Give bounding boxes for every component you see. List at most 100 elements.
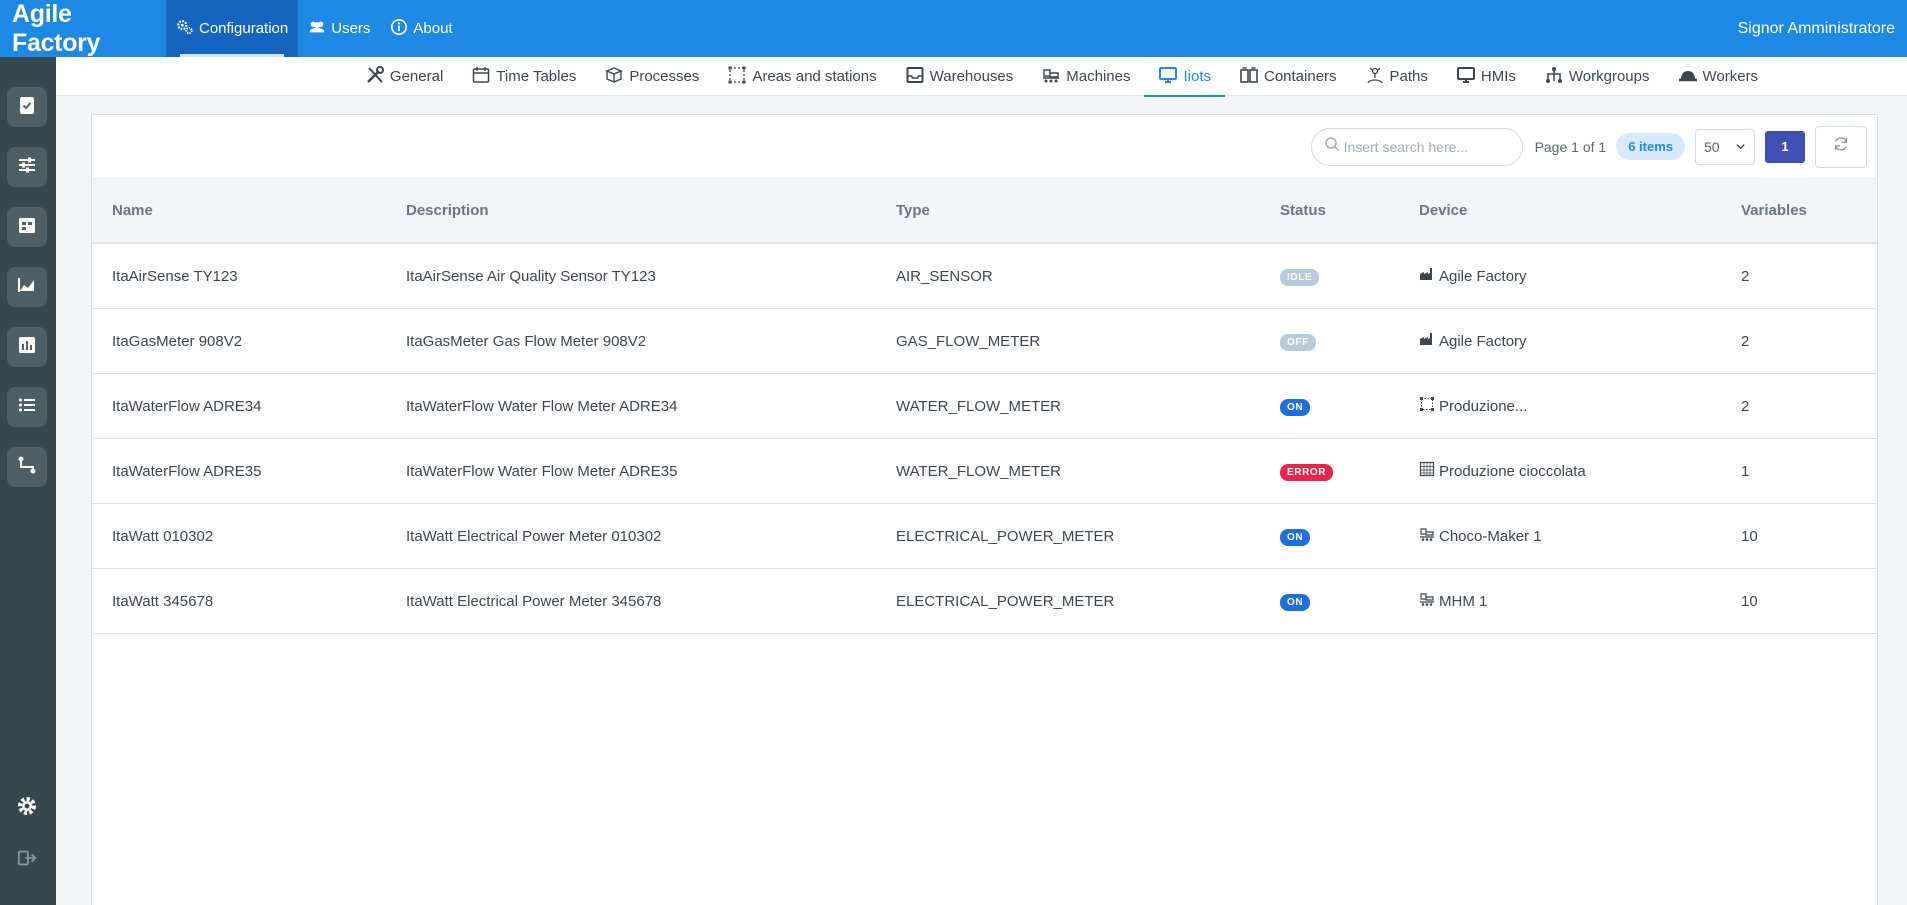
column-header-variables[interactable]: Variables [1741,202,1807,219]
cell-name: ItaWatt 010302 [112,527,214,545]
sidebar-item-settings-sliders[interactable] [7,147,47,187]
tab-machines[interactable]: Machines [1027,57,1144,96]
topnav-about[interactable]: About [380,0,462,57]
status-badge: ON [1280,593,1311,611]
cell-status: IDLE [1280,267,1320,286]
cell-variables: 2 [1741,267,1750,285]
table-toolbar: Page 1 of 1 6 items 50 1 [92,115,1877,179]
page-button-1[interactable]: 1 [1765,130,1805,163]
table-row[interactable]: ItaWatt 345678 ItaWatt Electrical Power M… [92,569,1877,634]
clipboard-check-icon [16,94,38,121]
table-row[interactable]: ItaGasMeter 908V2 ItaGasMeter Gas Flow Me… [92,309,1877,374]
status-badge: IDLE [1280,268,1320,286]
paths-icon [1365,65,1385,89]
topnav-label: About [413,20,453,37]
tab-containers[interactable]: Containers [1225,57,1351,96]
tab-iiots[interactable]: Iiots [1144,57,1225,97]
status-badge: ON [1280,398,1311,416]
cell-type: GAS_FLOW_METER [896,332,1041,350]
tools-icon [365,65,385,89]
sidebar-settings[interactable] [12,793,42,823]
processes-icon [604,65,624,89]
topnav-configuration[interactable]: Configuration [166,0,299,57]
cell-description: ItaWatt Electrical Power Meter 345678 [406,592,662,610]
tab-label: Areas and stations [752,68,877,85]
sidebar-item-area-chart[interactable] [7,267,47,307]
machine-icon [1041,65,1061,89]
items-count-badge: 6 items [1616,133,1685,160]
settings-gear-icon [15,794,39,823]
cell-status: ERROR [1280,462,1334,481]
column-header-name[interactable]: Name [112,202,153,219]
tab-label: HMIs [1480,68,1516,85]
status-badge: ERROR [1280,463,1334,481]
table-row[interactable]: ItaWaterFlow ADRE35 ItaWaterFlow Water Fl… [92,439,1877,504]
top-bar: Agile Factory Configuration Users About … [0,0,1907,57]
tab-paths[interactable]: Paths [1351,57,1442,96]
grid-icon [1419,461,1435,481]
tab-warehouses[interactable]: Warehouses [891,57,1028,96]
tab-label: Processes [629,68,700,85]
containers-icon [1239,65,1259,89]
topnav-label: Configuration [199,20,289,37]
per-page-select[interactable]: 50 [1695,128,1755,165]
cell-device: Produzione cioccolata [1419,461,1586,481]
tab-areas-and-stations[interactable]: Areas and stations [713,57,890,96]
search-box[interactable] [1310,127,1523,166]
sidebar-item-tasks[interactable] [7,87,47,127]
tab-workers[interactable]: Workers [1664,57,1773,96]
table-row[interactable]: ItaWatt 010302 ItaWatt Electrical Power M… [92,504,1877,569]
iiots-card: Page 1 of 1 6 items 50 1 Name Descriptio… [91,114,1878,905]
user-menu[interactable]: Signor Amministratore [1738,20,1907,38]
sidebar-item-route[interactable] [7,447,47,487]
area-icon [1419,396,1435,416]
sidebar-logout[interactable] [12,845,42,875]
app-title[interactable]: Agile Factory [0,0,166,58]
cell-status: ON [1280,592,1311,611]
column-header-device[interactable]: Device [1419,202,1467,219]
cell-device: Agile Factory [1419,331,1527,351]
tab-time-tables[interactable]: Time Tables [457,57,590,96]
refresh-button[interactable] [1815,125,1867,168]
cell-status: OFF [1280,332,1316,351]
page-info: Page 1 of 1 [1534,138,1607,155]
cell-type: ELECTRICAL_POWER_METER [896,592,1115,610]
topnav-users[interactable]: Users [298,0,380,57]
status-badge: ON [1280,528,1311,546]
bar-chart-icon [16,334,38,361]
per-page-value: 50 [1704,138,1720,155]
device-label: Agile Factory [1439,332,1527,350]
tab-general[interactable]: General [351,57,457,96]
table-row[interactable]: ItaWaterFlow ADRE34 ItaWaterFlow Water Fl… [92,374,1877,439]
cell-type: WATER_FLOW_METER [896,462,1062,480]
refresh-icon [1832,135,1850,158]
sidebar-item-list[interactable] [7,387,47,427]
factory-icon [1419,266,1435,286]
cell-device: Choco-Maker 1 [1419,526,1542,546]
column-header-type[interactable]: Type [896,202,930,219]
logout-icon [16,847,38,874]
table-row[interactable]: ItaAirSense TY123 ItaAirSense Air Quality… [92,244,1877,309]
cell-description: ItaWatt Electrical Power Meter 010302 [406,527,662,545]
machine-icon [1419,591,1435,611]
cell-description: ItaWaterFlow Water Flow Meter ADRE35 [406,462,678,480]
search-input[interactable] [1343,138,1514,155]
cell-variables: 2 [1741,397,1750,415]
column-header-description[interactable]: Description [406,202,489,219]
cell-status: ON [1280,397,1311,416]
chevron-down-icon [1735,139,1746,155]
tab-workgroups[interactable]: Workgroups [1530,57,1664,96]
tab-label: Workers [1702,68,1759,85]
warehouse-icon [905,65,925,89]
list-icon [16,394,38,421]
device-label: Produzione... [1439,397,1528,415]
sidebar-item-calendar[interactable] [7,207,47,247]
tab-hmis[interactable]: HMIs [1442,57,1530,96]
column-header-status[interactable]: Status [1280,202,1326,219]
tab-processes[interactable]: Processes [590,57,713,96]
info-icon [390,18,408,40]
cell-description: ItaWaterFlow Water Flow Meter ADRE34 [406,397,678,415]
cell-variables: 2 [1741,332,1750,350]
cell-name: ItaGasMeter 908V2 [112,332,243,350]
sidebar-item-bar-chart[interactable] [7,327,47,367]
